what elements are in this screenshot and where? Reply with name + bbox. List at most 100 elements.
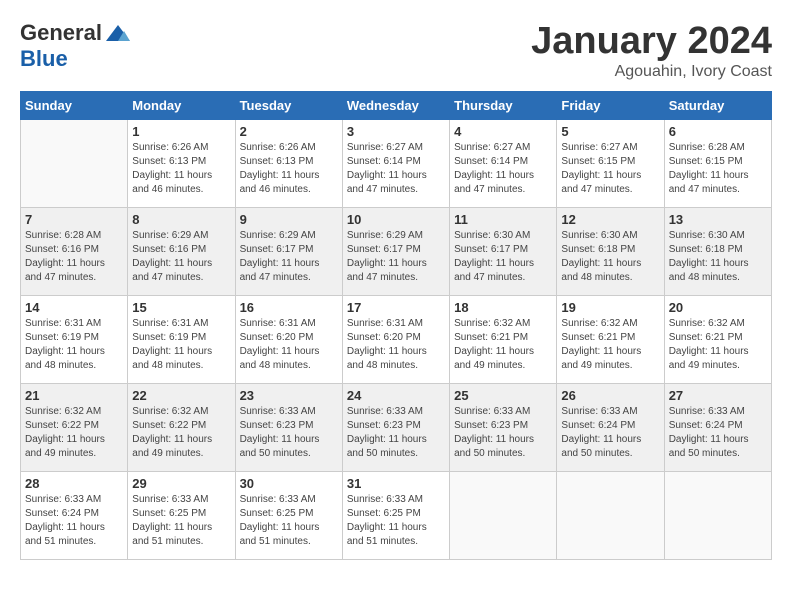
day-number: 5 xyxy=(561,124,659,139)
day-number: 2 xyxy=(240,124,338,139)
calendar-cell: 8 Sunrise: 6:29 AM Sunset: 6:16 PM Daylig… xyxy=(128,208,235,296)
day-info: Sunrise: 6:30 AM Sunset: 6:18 PM Dayligh… xyxy=(561,229,659,285)
calendar-header-tuesday: Tuesday xyxy=(235,92,342,120)
calendar-cell: 28 Sunrise: 6:33 AM Sunset: 6:24 PM Dayli… xyxy=(21,472,128,560)
day-info: Sunrise: 6:28 AM Sunset: 6:16 PM Dayligh… xyxy=(25,229,123,285)
day-number: 24 xyxy=(347,388,445,403)
day-info: Sunrise: 6:31 AM Sunset: 6:19 PM Dayligh… xyxy=(25,317,123,373)
day-info: Sunrise: 6:29 AM Sunset: 6:17 PM Dayligh… xyxy=(240,229,338,285)
month-title: January 2024 xyxy=(531,20,772,63)
calendar-week-row: 14 Sunrise: 6:31 AM Sunset: 6:19 PM Dayli… xyxy=(21,296,772,384)
day-info: Sunrise: 6:32 AM Sunset: 6:21 PM Dayligh… xyxy=(669,317,767,373)
day-info: Sunrise: 6:27 AM Sunset: 6:15 PM Dayligh… xyxy=(561,141,659,197)
day-info: Sunrise: 6:32 AM Sunset: 6:21 PM Dayligh… xyxy=(561,317,659,373)
calendar-cell: 24Sunrise: 6:33 AM Sunset: 6:23 PM Dayli… xyxy=(342,384,449,472)
calendar-cell: 3Sunrise: 6:27 AM Sunset: 6:14 PM Daylig… xyxy=(342,120,449,208)
day-number: 16 xyxy=(240,300,338,315)
day-info: Sunrise: 6:27 AM Sunset: 6:14 PM Dayligh… xyxy=(454,141,552,197)
day-info: Sunrise: 6:33 AM Sunset: 6:24 PM Dayligh… xyxy=(669,405,767,461)
calendar-cell: 14 Sunrise: 6:31 AM Sunset: 6:19 PM Dayli… xyxy=(21,296,128,384)
day-number: 10 xyxy=(347,212,445,227)
logo-general-text: General xyxy=(20,20,102,46)
calendar-week-row: 21 Sunrise: 6:32 AM Sunset: 6:22 PM Dayli… xyxy=(21,384,772,472)
day-number: 19 xyxy=(561,300,659,315)
day-number: 23 xyxy=(240,388,338,403)
page-header: General Blue January 2024 Agouahin, Ivor… xyxy=(20,20,772,81)
day-number: 30 xyxy=(240,476,338,491)
calendar-cell: 17Sunrise: 6:31 AM Sunset: 6:20 PM Dayli… xyxy=(342,296,449,384)
day-number: 22 xyxy=(132,388,230,403)
calendar-cell: 18 Sunrise: 6:32 AM Sunset: 6:21 PM Dayli… xyxy=(450,296,557,384)
day-info: Sunrise: 6:28 AM Sunset: 6:15 PM Dayligh… xyxy=(669,141,767,197)
calendar-week-row: 7 Sunrise: 6:28 AM Sunset: 6:16 PM Daylig… xyxy=(21,208,772,296)
day-number: 29 xyxy=(132,476,230,491)
day-info: Sunrise: 6:31 AM Sunset: 6:20 PM Dayligh… xyxy=(240,317,338,373)
logo-blue-text: Blue xyxy=(20,46,68,72)
calendar-cell: 16 Sunrise: 6:31 AM Sunset: 6:20 PM Dayli… xyxy=(235,296,342,384)
day-info: Sunrise: 6:32 AM Sunset: 6:22 PM Dayligh… xyxy=(25,405,123,461)
calendar-cell: 22 Sunrise: 6:32 AM Sunset: 6:22 PM Dayli… xyxy=(128,384,235,472)
day-number: 12 xyxy=(561,212,659,227)
day-number: 4 xyxy=(454,124,552,139)
day-info: Sunrise: 6:32 AM Sunset: 6:22 PM Dayligh… xyxy=(132,405,230,461)
day-info: Sunrise: 6:26 AM Sunset: 6:13 PM Dayligh… xyxy=(240,141,338,197)
day-info: Sunrise: 6:29 AM Sunset: 6:17 PM Dayligh… xyxy=(347,229,445,285)
calendar-week-row: 1 Sunrise: 6:26 AM Sunset: 6:13 PM Daylig… xyxy=(21,120,772,208)
calendar-week-row: 28 Sunrise: 6:33 AM Sunset: 6:24 PM Dayli… xyxy=(21,472,772,560)
day-info: Sunrise: 6:29 AM Sunset: 6:16 PM Dayligh… xyxy=(132,229,230,285)
day-info: Sunrise: 6:30 AM Sunset: 6:18 PM Dayligh… xyxy=(669,229,767,285)
calendar-cell: 26 Sunrise: 6:33 AM Sunset: 6:24 PM Dayli… xyxy=(557,384,664,472)
calendar-cell: 19 Sunrise: 6:32 AM Sunset: 6:21 PM Dayli… xyxy=(557,296,664,384)
day-number: 6 xyxy=(669,124,767,139)
day-info: Sunrise: 6:33 AM Sunset: 6:25 PM Dayligh… xyxy=(132,493,230,549)
calendar-header-monday: Monday xyxy=(128,92,235,120)
day-info: Sunrise: 6:32 AM Sunset: 6:21 PM Dayligh… xyxy=(454,317,552,373)
calendar-cell: 31 Sunrise: 6:33 AM Sunset: 6:25 PM Dayli… xyxy=(342,472,449,560)
day-info: Sunrise: 6:33 AM Sunset: 6:25 PM Dayligh… xyxy=(347,493,445,549)
logo-icon xyxy=(104,23,132,43)
calendar-header-saturday: Saturday xyxy=(664,92,771,120)
day-number: 7 xyxy=(25,212,123,227)
day-number: 1 xyxy=(132,124,230,139)
calendar-cell: 5 Sunrise: 6:27 AM Sunset: 6:15 PM Daylig… xyxy=(557,120,664,208)
calendar-cell: 11Sunrise: 6:30 AM Sunset: 6:17 PM Dayli… xyxy=(450,208,557,296)
calendar-cell: 12 Sunrise: 6:30 AM Sunset: 6:18 PM Dayli… xyxy=(557,208,664,296)
day-info: Sunrise: 6:33 AM Sunset: 6:24 PM Dayligh… xyxy=(561,405,659,461)
day-number: 17 xyxy=(347,300,445,315)
day-info: Sunrise: 6:26 AM Sunset: 6:13 PM Dayligh… xyxy=(132,141,230,197)
calendar-cell: 13 Sunrise: 6:30 AM Sunset: 6:18 PM Dayli… xyxy=(664,208,771,296)
calendar-cell: 4 Sunrise: 6:27 AM Sunset: 6:14 PM Daylig… xyxy=(450,120,557,208)
day-number: 14 xyxy=(25,300,123,315)
day-number: 9 xyxy=(240,212,338,227)
calendar-cell: 21 Sunrise: 6:32 AM Sunset: 6:22 PM Dayli… xyxy=(21,384,128,472)
day-number: 31 xyxy=(347,476,445,491)
day-number: 27 xyxy=(669,388,767,403)
day-number: 21 xyxy=(25,388,123,403)
calendar-cell: 9 Sunrise: 6:29 AM Sunset: 6:17 PM Daylig… xyxy=(235,208,342,296)
calendar-header-thursday: Thursday xyxy=(450,92,557,120)
day-info: Sunrise: 6:33 AM Sunset: 6:23 PM Dayligh… xyxy=(454,405,552,461)
day-number: 25 xyxy=(454,388,552,403)
calendar-cell xyxy=(557,472,664,560)
day-info: Sunrise: 6:33 AM Sunset: 6:25 PM Dayligh… xyxy=(240,493,338,549)
calendar-cell: 6 Sunrise: 6:28 AM Sunset: 6:15 PM Daylig… xyxy=(664,120,771,208)
day-info: Sunrise: 6:33 AM Sunset: 6:24 PM Dayligh… xyxy=(25,493,123,549)
calendar-header-row: SundayMondayTuesdayWednesdayThursdayFrid… xyxy=(21,92,772,120)
day-number: 28 xyxy=(25,476,123,491)
calendar-cell: 30 Sunrise: 6:33 AM Sunset: 6:25 PM Dayli… xyxy=(235,472,342,560)
day-number: 13 xyxy=(669,212,767,227)
logo: General Blue xyxy=(20,20,132,72)
calendar-table: SundayMondayTuesdayWednesdayThursdayFrid… xyxy=(20,91,772,560)
calendar-cell: 27 Sunrise: 6:33 AM Sunset: 6:24 PM Dayli… xyxy=(664,384,771,472)
calendar-cell: 29 Sunrise: 6:33 AM Sunset: 6:25 PM Dayli… xyxy=(128,472,235,560)
day-number: 8 xyxy=(132,212,230,227)
calendar-cell: 1 Sunrise: 6:26 AM Sunset: 6:13 PM Daylig… xyxy=(128,120,235,208)
day-number: 18 xyxy=(454,300,552,315)
calendar-cell: 7 Sunrise: 6:28 AM Sunset: 6:16 PM Daylig… xyxy=(21,208,128,296)
calendar-cell xyxy=(21,120,128,208)
day-info: Sunrise: 6:27 AM Sunset: 6:14 PM Dayligh… xyxy=(347,141,445,197)
day-number: 15 xyxy=(132,300,230,315)
day-number: 26 xyxy=(561,388,659,403)
day-info: Sunrise: 6:31 AM Sunset: 6:19 PM Dayligh… xyxy=(132,317,230,373)
calendar-cell: 20Sunrise: 6:32 AM Sunset: 6:21 PM Dayli… xyxy=(664,296,771,384)
